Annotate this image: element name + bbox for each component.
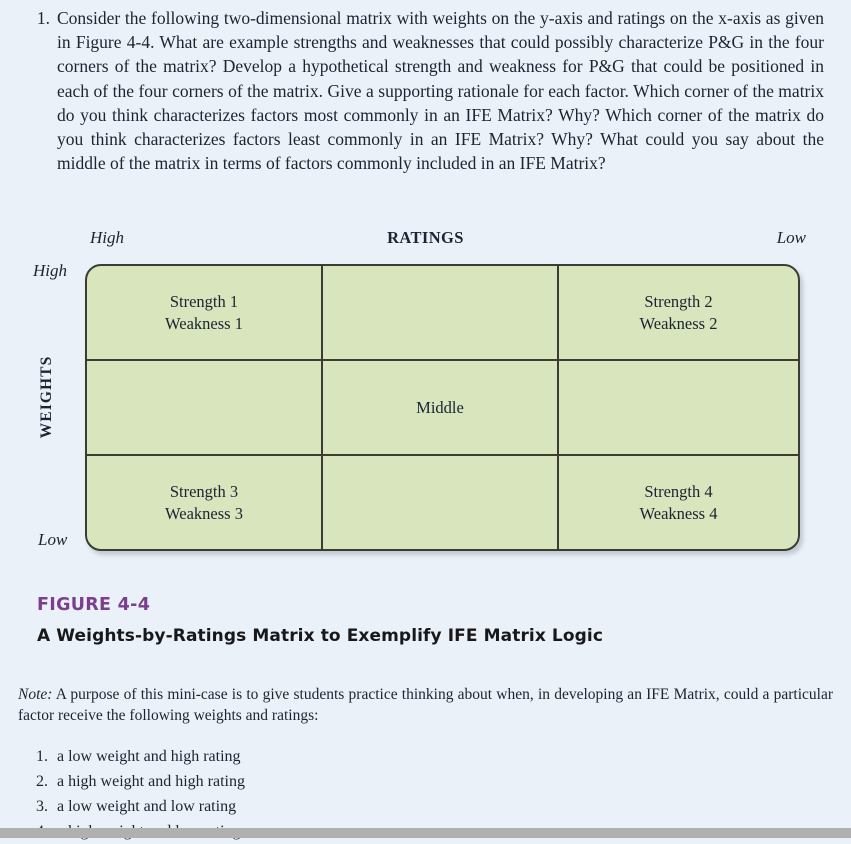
page-root: 1. Consider the following two-dimensiona… xyxy=(0,0,851,840)
cell-line-1: Strength 2 xyxy=(644,291,713,311)
list-item-label: a high weight and high rating xyxy=(57,773,245,790)
matrix-cell: Middle xyxy=(323,361,559,456)
question-text: Consider the following two-dimensional m… xyxy=(57,8,824,174)
cell-line-1: Strength 4 xyxy=(644,481,713,501)
cell-line-1: Middle xyxy=(416,397,464,417)
cell-line-1: Strength 3 xyxy=(169,481,239,501)
cell-line-2: Weakness 3 xyxy=(165,503,243,523)
figure-caption-title: A Weights-by-Ratings Matrix to Exemplify… xyxy=(37,626,604,646)
cell-line-2: Weakness 2 xyxy=(639,313,718,333)
note-block: Note: A purpose of this mini-case is to … xyxy=(18,684,833,726)
question-number: 1. xyxy=(36,8,50,28)
cell-line-1: Strength 1 xyxy=(169,291,239,311)
matrix-grid: Strength 1 Weakness 1 Strength 2 Weaknes… xyxy=(85,264,800,551)
list-item-label: a low weight and low rating xyxy=(57,798,237,815)
horizontal-scrollbar[interactable] xyxy=(0,828,851,838)
matrix-cell xyxy=(323,266,559,361)
y-axis-title: WEIGHTS xyxy=(38,355,55,439)
matrix-cell: Strength 2 Weakness 2 xyxy=(559,266,798,361)
question-block: 1. Consider the following two-dimensiona… xyxy=(24,6,824,175)
matrix-cell xyxy=(87,361,323,456)
y-axis-bottom-label: Low xyxy=(38,530,68,549)
matrix-cell: Strength 4 Weakness 4 xyxy=(559,456,798,549)
matrix-figure: High RATINGS Low High WEIGHTS Low Streng… xyxy=(0,228,851,568)
matrix-cell xyxy=(559,361,798,456)
list-item: 2. a high weight and high rating xyxy=(26,769,526,794)
figure-caption-number: FIGURE 4-4 xyxy=(37,595,151,615)
cell-line-2: Weakness 1 xyxy=(165,313,243,333)
list-item: 3. a low weight and low rating xyxy=(26,794,526,819)
list-item-number: 1. xyxy=(36,748,48,765)
list-item-number: 2. xyxy=(36,773,48,790)
note-text: A purpose of this mini-case is to give s… xyxy=(18,686,833,724)
y-axis-top-label: High xyxy=(33,261,67,280)
x-axis-title: RATINGS xyxy=(387,228,464,247)
matrix-cell: Strength 3 Weakness 3 xyxy=(87,456,323,549)
x-axis-right-label: Low xyxy=(776,228,806,247)
list-item-number: 3. xyxy=(36,798,48,815)
cell-line-2: Weakness 4 xyxy=(639,503,718,523)
list-item-label: a low weight and high rating xyxy=(57,748,241,765)
matrix-cell xyxy=(323,456,559,549)
list-item: 1. a low weight and high rating xyxy=(26,744,526,769)
note-label: Note: xyxy=(18,686,53,703)
matrix-cell: Strength 1 Weakness 1 xyxy=(87,266,323,361)
